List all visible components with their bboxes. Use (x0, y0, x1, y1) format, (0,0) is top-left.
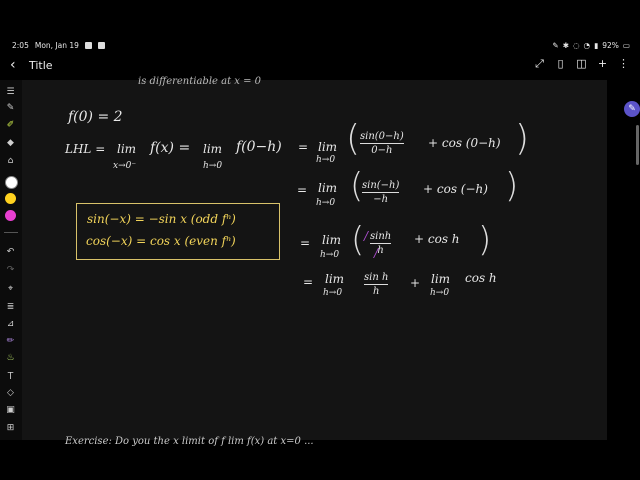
undo-icon[interactable]: ↶ (4, 245, 17, 258)
date: Mon, Jan 19 (34, 41, 79, 50)
note-eq2-denominator: −h (373, 194, 389, 205)
note-title[interactable]: Title (29, 59, 53, 72)
brush-icon[interactable]: ♨ (4, 351, 17, 364)
note-eq2-numerator: sin(−h) (362, 180, 400, 191)
note-f0h: f(0−h) (236, 139, 282, 155)
redo-icon[interactable]: ↷ (4, 263, 17, 276)
shape-eraser-icon[interactable]: ⌂ (4, 154, 17, 167)
scrollbar[interactable] (636, 125, 639, 165)
status-bar: 2:05 Mon, Jan 19 ✎ ✱ ◌ ◔ ▮ 92% ▭ (0, 38, 640, 54)
note-eq3-lim-sub: h→0 (320, 250, 340, 260)
fraction-bar (362, 192, 400, 193)
bluetooth-icon: ✱ (562, 41, 569, 50)
color-white[interactable] (5, 176, 18, 189)
note-fx: f(x) = (150, 140, 191, 156)
note-eq1-lim: lim (318, 140, 338, 154)
align-icon[interactable]: ≣ (4, 300, 17, 313)
sidebar-divider (4, 232, 18, 233)
note-eq4-denominator: h (372, 286, 380, 297)
back-icon[interactable]: ‹ (10, 57, 16, 73)
note-eq3-close-paren: ) (478, 220, 492, 260)
note-eq3-lim: lim (322, 233, 342, 247)
check-icon (97, 42, 105, 49)
pencil-icon[interactable]: ✏ (4, 334, 17, 347)
wifi-icon: ◔ (583, 41, 591, 50)
note-eq4-lim-2: lim (431, 272, 451, 286)
note-eq4-cos: cos h (465, 271, 497, 285)
note-eq1-numerator: sin(0−h) (360, 131, 404, 142)
note-lim-x-sub: x→0⁻ (113, 161, 137, 171)
pen-icon[interactable]: ✎ (4, 101, 17, 114)
fraction-bar (364, 284, 389, 285)
note-eq3-numerator: sinh (370, 231, 392, 242)
text-box-icon[interactable]: Ｔ (4, 369, 17, 382)
note-top-trim: is differentiable at x = 0 (138, 76, 262, 87)
note-lim-x: lim (117, 142, 137, 156)
image-icon[interactable]: ▣ (4, 403, 17, 416)
fraction-bar (360, 143, 404, 144)
color-magenta[interactable] (5, 210, 16, 221)
note-eq4-plus: + (410, 276, 421, 290)
note-eq1-open-paren: ( (346, 118, 361, 159)
note-eq4-lim-sub-1: h→0 (323, 288, 343, 298)
book-icon[interactable]: ▯ (554, 57, 567, 71)
note-lim-h-1: lim (203, 142, 223, 156)
eraser-icon[interactable]: ◆ (4, 136, 17, 149)
gallery-icon (84, 42, 92, 49)
note-eq1-lim-sub: h→0 (316, 155, 336, 165)
battery-level: 92% (602, 41, 619, 50)
add-icon[interactable]: + (596, 57, 609, 71)
battery-icon: ▭ (622, 41, 630, 50)
note-eq1-cos: + cos (0−h) (428, 136, 501, 150)
note-eq2-equals: = (297, 183, 308, 197)
table-icon[interactable]: ⊞ (4, 421, 17, 434)
note-eq3-fraction: sinh h (370, 231, 392, 256)
note-lhl: LHL = (65, 142, 106, 156)
clock: 2:05 (12, 41, 29, 50)
note-eq3-strike-top: / (364, 229, 369, 243)
shapes-icon[interactable]: ◇ (4, 386, 17, 399)
app-toolbar: ‹ Title ⤢ ▯ ◫ + ⋮ (0, 54, 640, 78)
signal-icon: ▮ (594, 41, 599, 50)
trig-identity-box: sin(−x) = −sin x (odd fⁿ) cos(−x) = cos … (76, 203, 280, 260)
note-eq3-cos: + cos h (414, 232, 460, 246)
pen-fab-icon[interactable]: ✎ (624, 101, 640, 117)
fraction-bar (370, 243, 392, 244)
note-eq2-close-paren: ) (505, 166, 519, 206)
note-eq1-denominator: 0−h (371, 145, 393, 156)
note-eq4-fraction: sin h h (364, 272, 389, 297)
note-eq4-lim-sub-2: h→0 (430, 288, 450, 298)
note-eq1-fraction: sin(0−h) 0−h (360, 131, 404, 156)
expand-icon[interactable]: ⤢ (533, 57, 546, 71)
note-eq4-numerator: sin h (364, 272, 389, 283)
note-eq4-equals: = (303, 275, 314, 289)
mute-icon: ◌ (573, 41, 580, 50)
color-yellow[interactable] (5, 193, 16, 204)
note-f0: f(0) = 2 (68, 109, 123, 125)
note-eq1-equals: = (298, 140, 309, 154)
lasso-icon[interactable]: ⌖ (4, 282, 17, 295)
note-eq4-lim-1: lim (325, 272, 345, 286)
ruler-icon[interactable]: ⊿ (4, 317, 17, 330)
note-lim-h-sub-1: h→0 (203, 161, 223, 171)
note-eq1-close-paren: ) (515, 118, 530, 159)
note-eq2-cos: + cos (−h) (423, 182, 488, 196)
note-eq2-lim: lim (318, 181, 338, 195)
note-bottom-trim: Exercise: Do you the x limit of f lim f(… (65, 436, 314, 447)
note-eq3-open-paren: ( (351, 220, 365, 260)
note-eq2-lim-sub: h→0 (316, 198, 336, 208)
read-mode-icon[interactable]: ◫ (575, 57, 588, 71)
note-eq3-denominator: h (377, 245, 384, 256)
note-eq2-fraction: sin(−h) −h (362, 180, 400, 205)
tool-sidebar: ☰ ✎ ✐ ◆ ⌂ ↶ ↷ ⌖ ≣ ⊿ ✏ ♨ Ｔ ◇ ▣ ⊞ (0, 80, 22, 440)
highlighter-icon[interactable]: ✐ (4, 118, 17, 131)
text-icon[interactable]: ☰ (4, 85, 17, 98)
identity-sin: sin(−x) = −sin x (odd fⁿ) (87, 212, 236, 226)
note-eq3-equals: = (300, 236, 311, 250)
more-icon[interactable]: ⋮ (617, 57, 630, 71)
edit-icon: ✎ (552, 41, 559, 50)
identity-cos: cos(−x) = cos x (even fⁿ) (86, 234, 236, 248)
